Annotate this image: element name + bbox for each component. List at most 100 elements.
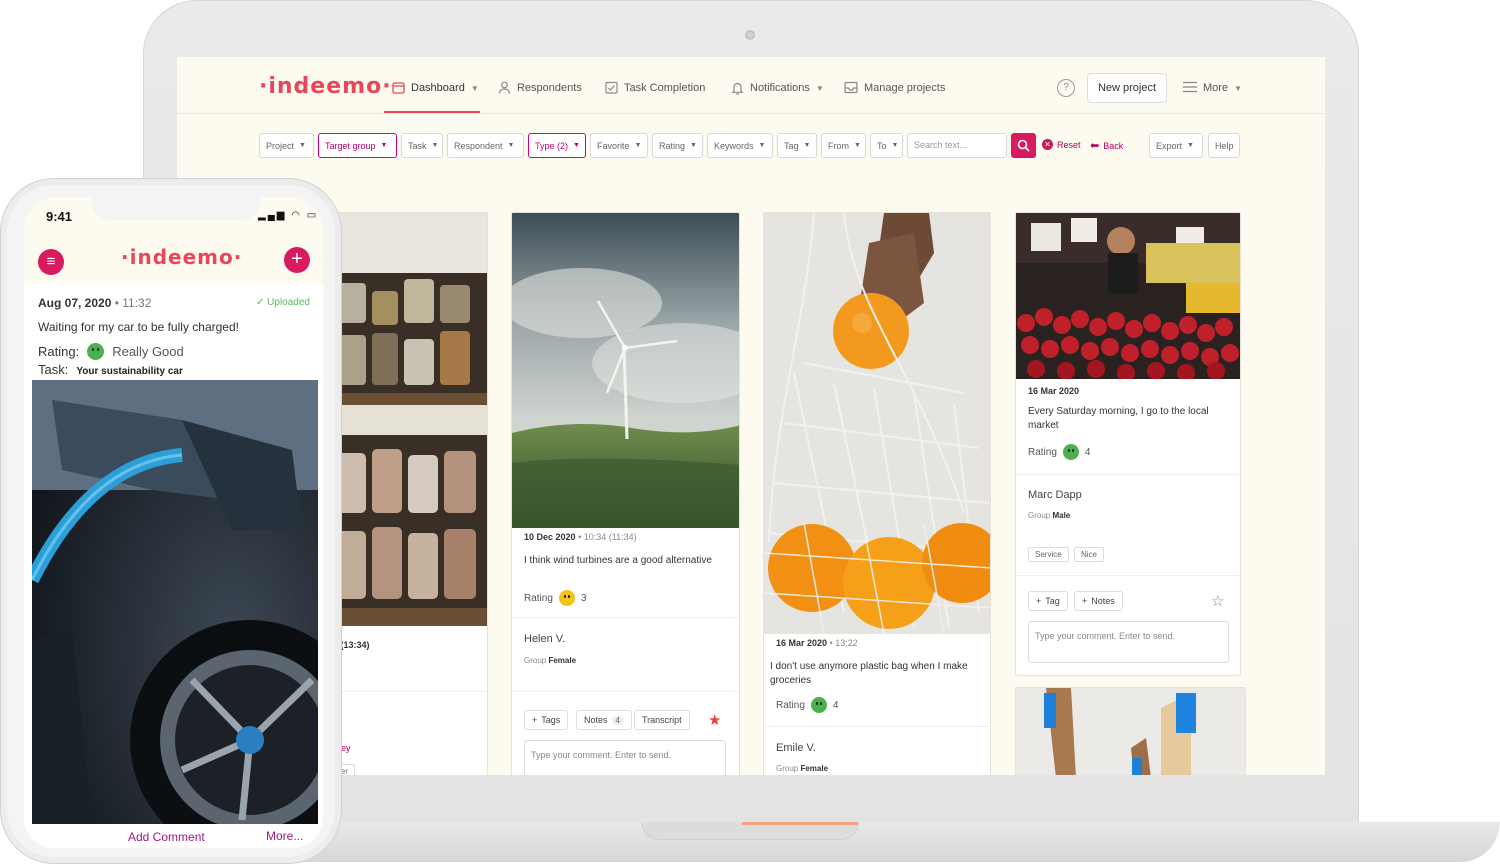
respondent-name[interactable]: Marc Dapp: [1028, 489, 1082, 501]
entry-card-market[interactable]: 16 Mar 2020 Every Saturday morning, I go…: [1015, 212, 1241, 676]
chevron-down-icon: ▼: [507, 142, 515, 149]
new-project-button[interactable]: New project: [1087, 73, 1167, 103]
back-button[interactable]: ⬅ Back: [1090, 139, 1123, 152]
chevron-down-icon: ▼: [634, 142, 642, 149]
entry-date-value: 16 Mar 2020: [776, 638, 828, 648]
more-label: More: [1203, 82, 1229, 94]
add-comment-link[interactable]: Add Comment: [128, 830, 205, 844]
search-input[interactable]: Search text...: [907, 133, 1007, 158]
chevron-down-icon: ▼: [573, 142, 580, 149]
tag-service[interactable]: Service: [1028, 547, 1069, 562]
mobile-screen: 9:41 ▂▄▆ ◠ ▭ ≡ ·indeemo· + Aug 07, 2020 …: [24, 197, 323, 848]
filter-from[interactable]: From ▼: [821, 133, 866, 158]
chip-label: Tag: [1045, 596, 1060, 606]
nav-manage-projects[interactable]: Manage projects: [844, 81, 945, 95]
entry-text: Every Saturday morning, I go to the loca…: [1028, 406, 1209, 431]
chevron-down-icon: ▼: [891, 142, 899, 149]
checkbox-icon: [604, 81, 618, 95]
rating-value: 4: [1084, 446, 1091, 458]
entry-date: 16 Mar 2020: [1028, 386, 1080, 396]
rating-label: Rating: [524, 592, 553, 604]
nav-task-completion[interactable]: Task Completion: [604, 81, 705, 95]
indeemo-logo[interactable]: ·indeemo·: [259, 74, 392, 99]
filter-label: Task: [408, 140, 427, 151]
add-entry-button[interactable]: +: [284, 247, 310, 273]
export-button[interactable]: Export ▼: [1149, 133, 1203, 158]
respondent-group: Group Female: [776, 764, 828, 773]
reset-button[interactable]: ✕ Reset: [1042, 139, 1081, 150]
divider: [512, 617, 739, 618]
entry-text: I think wind turbines are a good alterna…: [524, 555, 712, 566]
divider: [1016, 474, 1240, 475]
comment-input[interactable]: Type your comment. Enter to send.: [1028, 621, 1229, 663]
filter-task[interactable]: Task ▼: [401, 133, 443, 158]
group-value: Female: [800, 764, 829, 773]
filter-type[interactable]: Type (2) ▼: [528, 133, 586, 158]
filter-favorite[interactable]: Favorite ▼: [590, 133, 648, 158]
favorite-star-icon[interactable]: ☆: [1211, 592, 1224, 610]
filter-rating[interactable]: Rating ▼: [652, 133, 703, 158]
close-icon: ✕: [1042, 139, 1053, 150]
chip-label: Transcript: [642, 715, 682, 725]
nav-notifications[interactable]: Notifications ▼: [730, 81, 824, 95]
search-button[interactable]: [1011, 133, 1036, 158]
entry-clock: • 10:34 (11:34): [578, 532, 637, 542]
comment-input[interactable]: Type your comment. Enter to send.: [524, 740, 726, 775]
add-notes-button[interactable]: + Notes: [1074, 591, 1123, 611]
nav-label: Dashboard: [411, 82, 465, 94]
chevron-down-icon: ▼: [758, 142, 766, 149]
indeemo-logo: ·indeemo·: [121, 245, 243, 269]
marketing-composite: ·indeemo· Dashboard ▼ Respondents Task C…: [0, 0, 1500, 864]
filter-tag[interactable]: Tag ▼: [777, 133, 817, 158]
smile-face-icon: [1062, 444, 1079, 460]
entry-card-wind[interactable]: 10 Dec 2020 • 10:34 (11:34) I think wind…: [511, 212, 740, 775]
filter-target-group[interactable]: Target group ▼: [318, 133, 397, 158]
chevron-down-icon: ▼: [380, 142, 388, 149]
rating-value: 4: [832, 699, 839, 711]
filter-to[interactable]: To ▼: [870, 133, 903, 158]
entry-card-oranges[interactable]: 16 Mar 2020 • 13:22 I don't use anymore …: [763, 212, 991, 775]
nav-respondents[interactable]: Respondents: [497, 81, 582, 95]
rating-value: Really Good: [112, 344, 184, 359]
entry-card[interactable]: [1015, 687, 1246, 775]
notes-button[interactable]: Notes 4: [576, 710, 632, 730]
status-time: 9:41: [46, 209, 73, 224]
entry-rating: Rating 3: [524, 590, 586, 606]
group-value: Female: [548, 656, 577, 665]
plus-icon: +: [291, 248, 303, 270]
group-label: Group: [524, 656, 547, 665]
respondent-name[interactable]: Emile V.: [776, 742, 816, 754]
filter-keywords[interactable]: Keywords ▼: [707, 133, 773, 158]
tag-nice[interactable]: Nice: [1074, 547, 1105, 562]
nav-label: Manage projects: [864, 82, 946, 94]
bell-icon: [730, 81, 744, 95]
reset-label: Reset: [1057, 139, 1081, 150]
rating-label: Rating: [1028, 446, 1057, 458]
notes-count: 4: [611, 715, 624, 725]
filter-label: Rating: [659, 140, 686, 151]
more-menu[interactable]: More ▼: [1183, 81, 1242, 95]
help-icon[interactable]: ?: [1057, 79, 1075, 97]
entry-date: 10 Dec 2020 • 10:34 (11:34): [524, 532, 637, 542]
plus-icon: +: [1036, 596, 1042, 606]
add-tag-button[interactable]: + Tag: [1028, 591, 1068, 611]
entry-card[interactable]: 34 (13:34) urney User: [327, 212, 488, 775]
favorite-star-icon[interactable]: ★: [708, 711, 721, 729]
nav-label: Task Completion: [624, 82, 706, 94]
filter-project[interactable]: Project ▼: [259, 133, 314, 158]
entry-clock: • 11:32: [114, 296, 152, 310]
group-value: Male: [1052, 511, 1071, 520]
respondent-group: Group Female: [524, 656, 576, 665]
filter-respondent[interactable]: Respondent ▼: [447, 133, 524, 158]
help-button[interactable]: Help: [1208, 133, 1240, 158]
nav-dashboard[interactable]: Dashboard ▼: [391, 81, 479, 95]
more-link[interactable]: More...: [266, 829, 303, 843]
add-tags-button[interactable]: + Tags: [524, 710, 569, 730]
transcript-button[interactable]: Transcript: [634, 710, 690, 730]
menu-button[interactable]: ≡: [38, 249, 64, 275]
entry-rating: Rating 4: [1028, 444, 1090, 460]
ev-charging-photo: [32, 380, 318, 824]
help-label: Help: [1215, 140, 1234, 151]
rating-label: Rating:: [38, 344, 80, 359]
respondent-name[interactable]: Helen V.: [524, 633, 565, 645]
